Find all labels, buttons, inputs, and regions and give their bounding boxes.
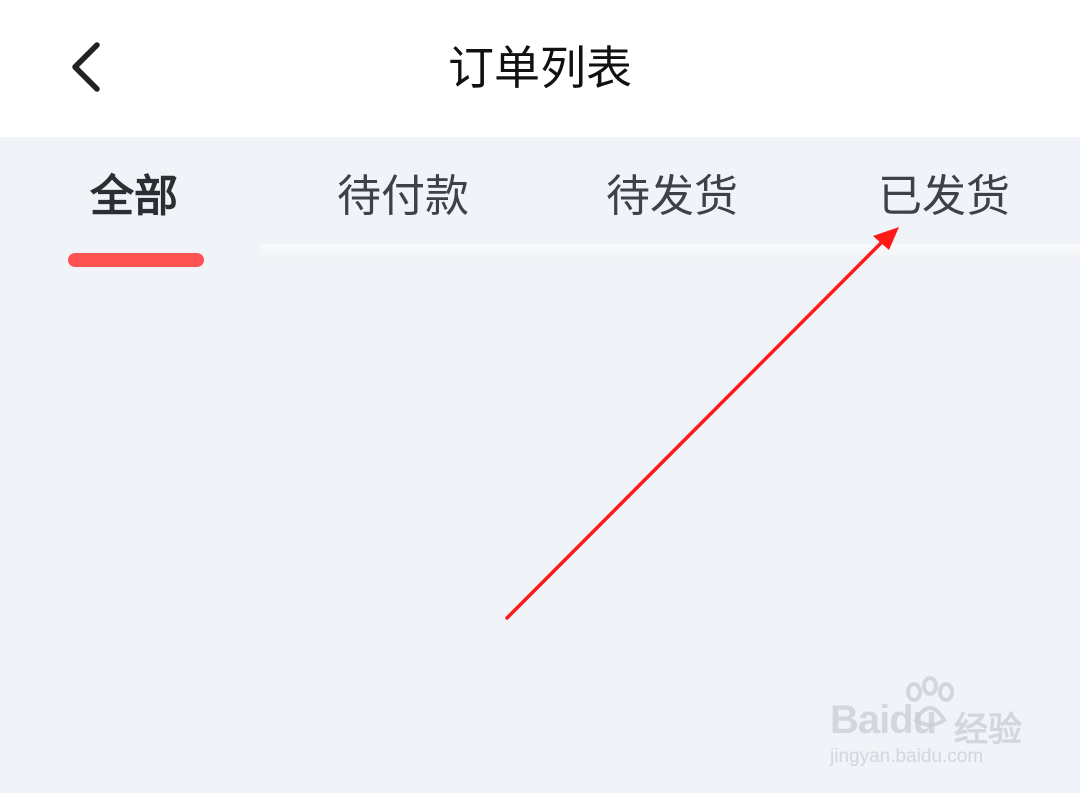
active-tab-indicator [68, 253, 204, 267]
watermark-brand-cn: 经验 [954, 710, 1022, 750]
top-bar: 订单列表 [0, 0, 1080, 137]
paw-icon [906, 676, 954, 727]
annotation-arrow-shaft [505, 238, 886, 620]
watermark-brand: Baidu [830, 698, 937, 742]
tab-all[interactable]: 全部 [90, 167, 178, 227]
tab-shipped[interactable]: 已发货 [878, 167, 1010, 227]
tab-pending-payment[interactable]: 待付款 [337, 167, 469, 227]
back-button[interactable] [52, 32, 122, 102]
tab-bar: 全部 待付款 待发货 已发货 [0, 137, 1080, 257]
baidu-jingyan-watermark: Baidu 经验 jingyan.baidu.com [826, 676, 1046, 776]
watermark-url: jingyan.baidu.com [830, 746, 984, 767]
chevron-left-icon [72, 42, 100, 92]
tab-pending-shipment[interactable]: 待发货 [606, 167, 738, 227]
tab-bar-divider [260, 244, 1080, 260]
page-title: 订单列表 [448, 41, 632, 95]
